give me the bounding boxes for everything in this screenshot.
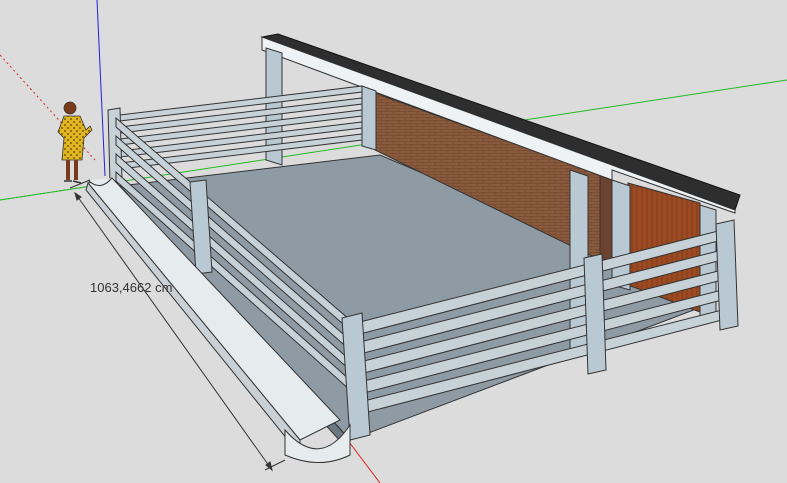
post-front-middle bbox=[583, 253, 607, 375]
dimension-label: 1063,4662 cm bbox=[90, 280, 173, 295]
person-figure-icon[interactable] bbox=[57, 101, 93, 184]
post-back-middle bbox=[361, 85, 377, 151]
blue-axis bbox=[96, 0, 106, 177]
model-scene[interactable] bbox=[0, 0, 787, 483]
sketchup-viewport[interactable]: 1063,4662 cm bbox=[0, 0, 787, 483]
post-door-left bbox=[611, 179, 631, 291]
post-front-right bbox=[715, 219, 739, 331]
